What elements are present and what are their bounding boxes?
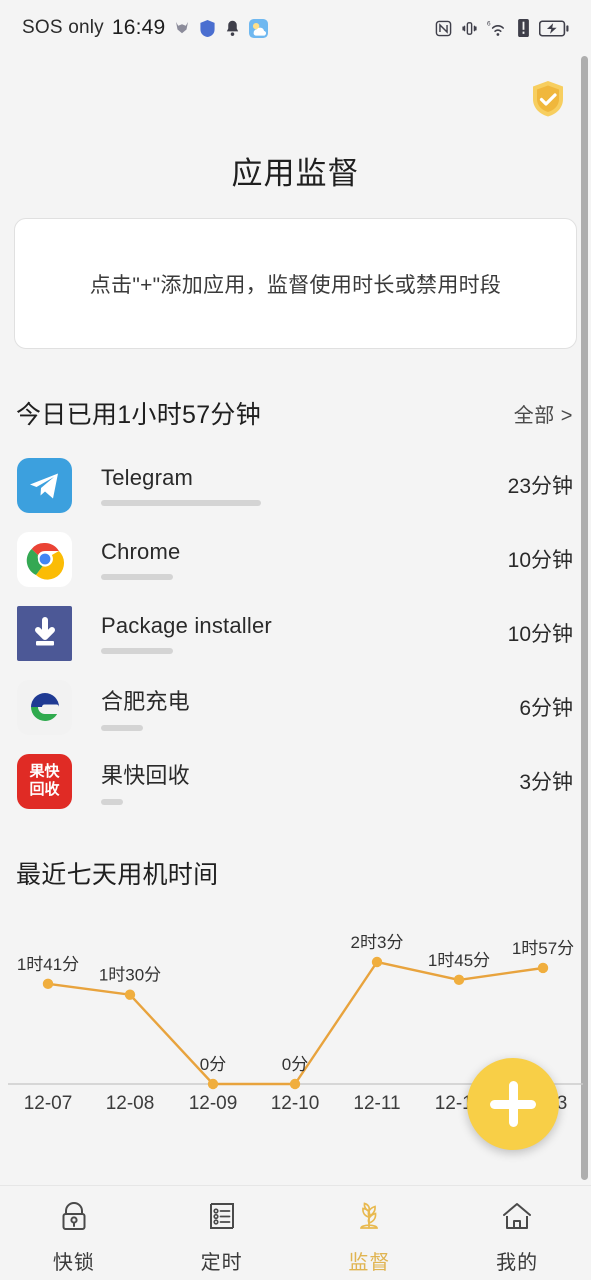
- chart-point-label: 1时45分: [428, 951, 490, 970]
- app-info: Telegram: [101, 465, 508, 506]
- carrier-label: SOS only: [22, 17, 104, 38]
- wifi-6-icon: 6: [487, 19, 508, 37]
- list-item[interactable]: Telegram 23分钟: [0, 448, 591, 522]
- add-app-fab[interactable]: [467, 1058, 559, 1150]
- app-usage-bar: [101, 499, 261, 506]
- list-item[interactable]: 合肥充电 6分钟: [0, 670, 591, 744]
- nav-label: 定时: [200, 1252, 243, 1274]
- weather-icon: [249, 18, 269, 38]
- app-usage-time: 10分钟: [507, 549, 573, 572]
- today-usage-label: 今日已用1小时57分钟: [16, 401, 262, 429]
- bell-icon: [224, 19, 241, 38]
- nfc-icon: [435, 20, 452, 37]
- chrome-icon: [17, 531, 72, 587]
- chart-x-tick: 12-10: [271, 1093, 320, 1114]
- nav-item-supervision[interactable]: 监督: [296, 1197, 444, 1275]
- chart-point-label: 1时30分: [99, 966, 161, 985]
- bottom-navigation: 快锁 定时 监督 我的: [0, 1185, 591, 1280]
- today-usage-header: 今日已用1小时57分钟 全部 >: [0, 395, 591, 431]
- app-name: 果快回收: [101, 762, 190, 788]
- chart-x-tick: 12-11: [353, 1093, 400, 1114]
- app-usage-time: 23分钟: [507, 475, 573, 498]
- plus-icon-vertical: [508, 1081, 518, 1127]
- chart-point-label: 2时3分: [351, 933, 404, 952]
- list-item[interactable]: Package installer 10分钟: [0, 596, 591, 670]
- chart-point-label: 0分: [282, 1055, 308, 1074]
- app-usage-bar: [101, 798, 123, 805]
- list-item[interactable]: 果快 回收 果快回收 3分钟: [0, 744, 591, 818]
- app-usage-time: 10分钟: [507, 623, 573, 646]
- app-name: 合肥充电: [101, 688, 190, 714]
- chart-x-tick: 12-08: [106, 1093, 155, 1114]
- add-app-hint-card[interactable]: 点击"+"添加应用，监督使用时长或禁用时段: [14, 218, 577, 349]
- fox-icon: [173, 19, 191, 37]
- nav-item-timer[interactable]: 定时: [148, 1197, 296, 1275]
- app-usage-time: 3分钟: [519, 771, 573, 794]
- shield-blue-icon: [199, 19, 216, 38]
- package-installer-icon: [17, 605, 72, 661]
- add-app-hint-text: 点击"+"添加应用，监督使用时长或禁用时段: [89, 273, 502, 297]
- nav-label: 快锁: [52, 1252, 95, 1274]
- guokuai-icon-line1: 果快: [29, 763, 60, 780]
- nav-item-quicklock[interactable]: 快锁: [0, 1197, 148, 1275]
- app-screen: SOS only 16:49 6 应用监督 点击"+"添加应用，监督使用时长或禁…: [0, 0, 591, 1280]
- list-item[interactable]: Chrome 10分钟: [0, 522, 591, 596]
- telegram-icon: [17, 457, 72, 513]
- page-title: 应用监督: [231, 156, 360, 191]
- signal-alert-icon: [517, 19, 530, 37]
- guokuai-recycle-icon: 果快 回收: [17, 753, 72, 809]
- status-bar-left: SOS only 16:49: [22, 16, 269, 40]
- chart-x-tick: 12-07: [24, 1093, 73, 1114]
- hefei-charge-icon: [17, 679, 72, 735]
- chart-point-label: 1时41分: [17, 955, 79, 974]
- chart-title: 最近七天用机时间: [16, 861, 219, 889]
- app-usage-bar: [101, 573, 173, 580]
- list-icon: [203, 1197, 241, 1240]
- vibrate-icon: [461, 20, 478, 37]
- app-info: 果快回收: [101, 758, 519, 805]
- view-all-link[interactable]: 全部 >: [514, 399, 573, 428]
- app-usage-bar: [101, 647, 173, 654]
- app-name: Telegram: [101, 464, 194, 490]
- clock-label: 16:49: [111, 16, 166, 39]
- app-name: Chrome: [101, 538, 181, 564]
- app-name: Package installer: [101, 612, 272, 638]
- app-info: Chrome: [101, 539, 508, 580]
- nav-label: 我的: [496, 1252, 539, 1274]
- home-icon: [498, 1197, 536, 1240]
- chart-x-tick: 12-09: [189, 1093, 238, 1114]
- svg-text:6: 6: [487, 21, 491, 28]
- shield-check-icon[interactable]: [527, 78, 569, 120]
- lock-icon: [55, 1197, 93, 1240]
- chart-point-label: 0分: [200, 1055, 226, 1074]
- plant-icon: [350, 1197, 388, 1240]
- app-info: 合肥充电: [101, 684, 519, 731]
- battery-charging-icon: [539, 19, 569, 37]
- nav-label: 监督: [348, 1252, 391, 1274]
- status-bar: SOS only 16:49 6: [0, 0, 591, 56]
- app-usage-list: Telegram 23分钟 Chrome 10分钟 Package instal…: [0, 448, 591, 818]
- chart-point-label: 1时57分: [512, 939, 574, 958]
- nav-item-mine[interactable]: 我的: [443, 1197, 591, 1275]
- guokuai-icon-line2: 回收: [29, 781, 60, 798]
- app-usage-bar: [101, 724, 143, 731]
- app-info: Package installer: [101, 613, 508, 654]
- app-usage-time: 6分钟: [519, 697, 573, 720]
- status-bar-right: 6: [435, 19, 569, 37]
